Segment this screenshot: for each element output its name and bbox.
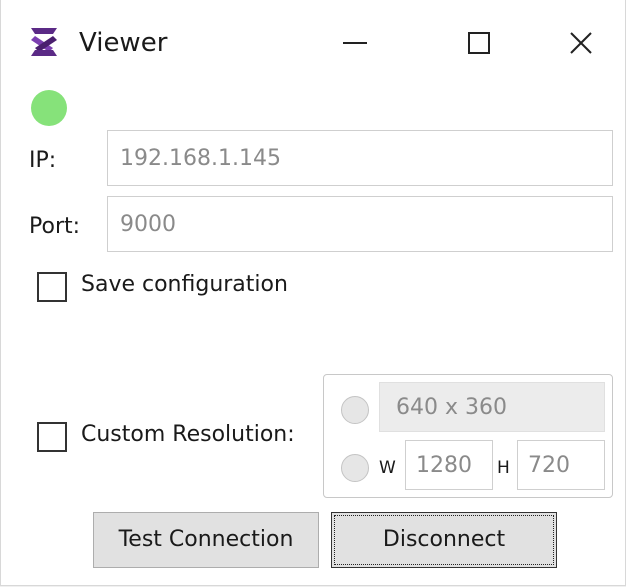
custom-resolution-label: Custom Resolution: (81, 422, 295, 447)
height-label: H (497, 458, 510, 478)
viewer-window: Viewer IP: 192.168.1.145 Port: 9000 Save… (0, 0, 626, 586)
preset-resolution-field: 640 x 360 (379, 382, 605, 432)
ip-label: IP: (29, 148, 57, 173)
ip-input[interactable] (107, 130, 613, 186)
disconnect-button[interactable]: Disconnect (331, 512, 557, 568)
width-label: W (379, 458, 396, 478)
minimize-button[interactable] (323, 16, 387, 70)
save-configuration-checkbox[interactable] (37, 272, 67, 302)
custom-resolution-checkbox[interactable] (37, 422, 67, 452)
custom-size-radio[interactable] (341, 454, 369, 482)
maximize-button[interactable] (447, 16, 511, 70)
port-input[interactable] (107, 196, 613, 252)
title-bar[interactable]: Viewer (1, 0, 625, 88)
port-label: Port: (29, 214, 81, 239)
height-input[interactable] (517, 440, 605, 490)
close-button[interactable] (549, 16, 613, 70)
preset-resolution-radio[interactable] (341, 396, 369, 424)
crossed-sticks-icon (29, 26, 59, 58)
width-input[interactable] (405, 440, 493, 490)
test-connection-button[interactable]: Test Connection (93, 512, 319, 568)
connection-status-indicator (31, 90, 67, 126)
window-title: Viewer (79, 28, 168, 58)
save-configuration-label: Save configuration (81, 272, 288, 297)
